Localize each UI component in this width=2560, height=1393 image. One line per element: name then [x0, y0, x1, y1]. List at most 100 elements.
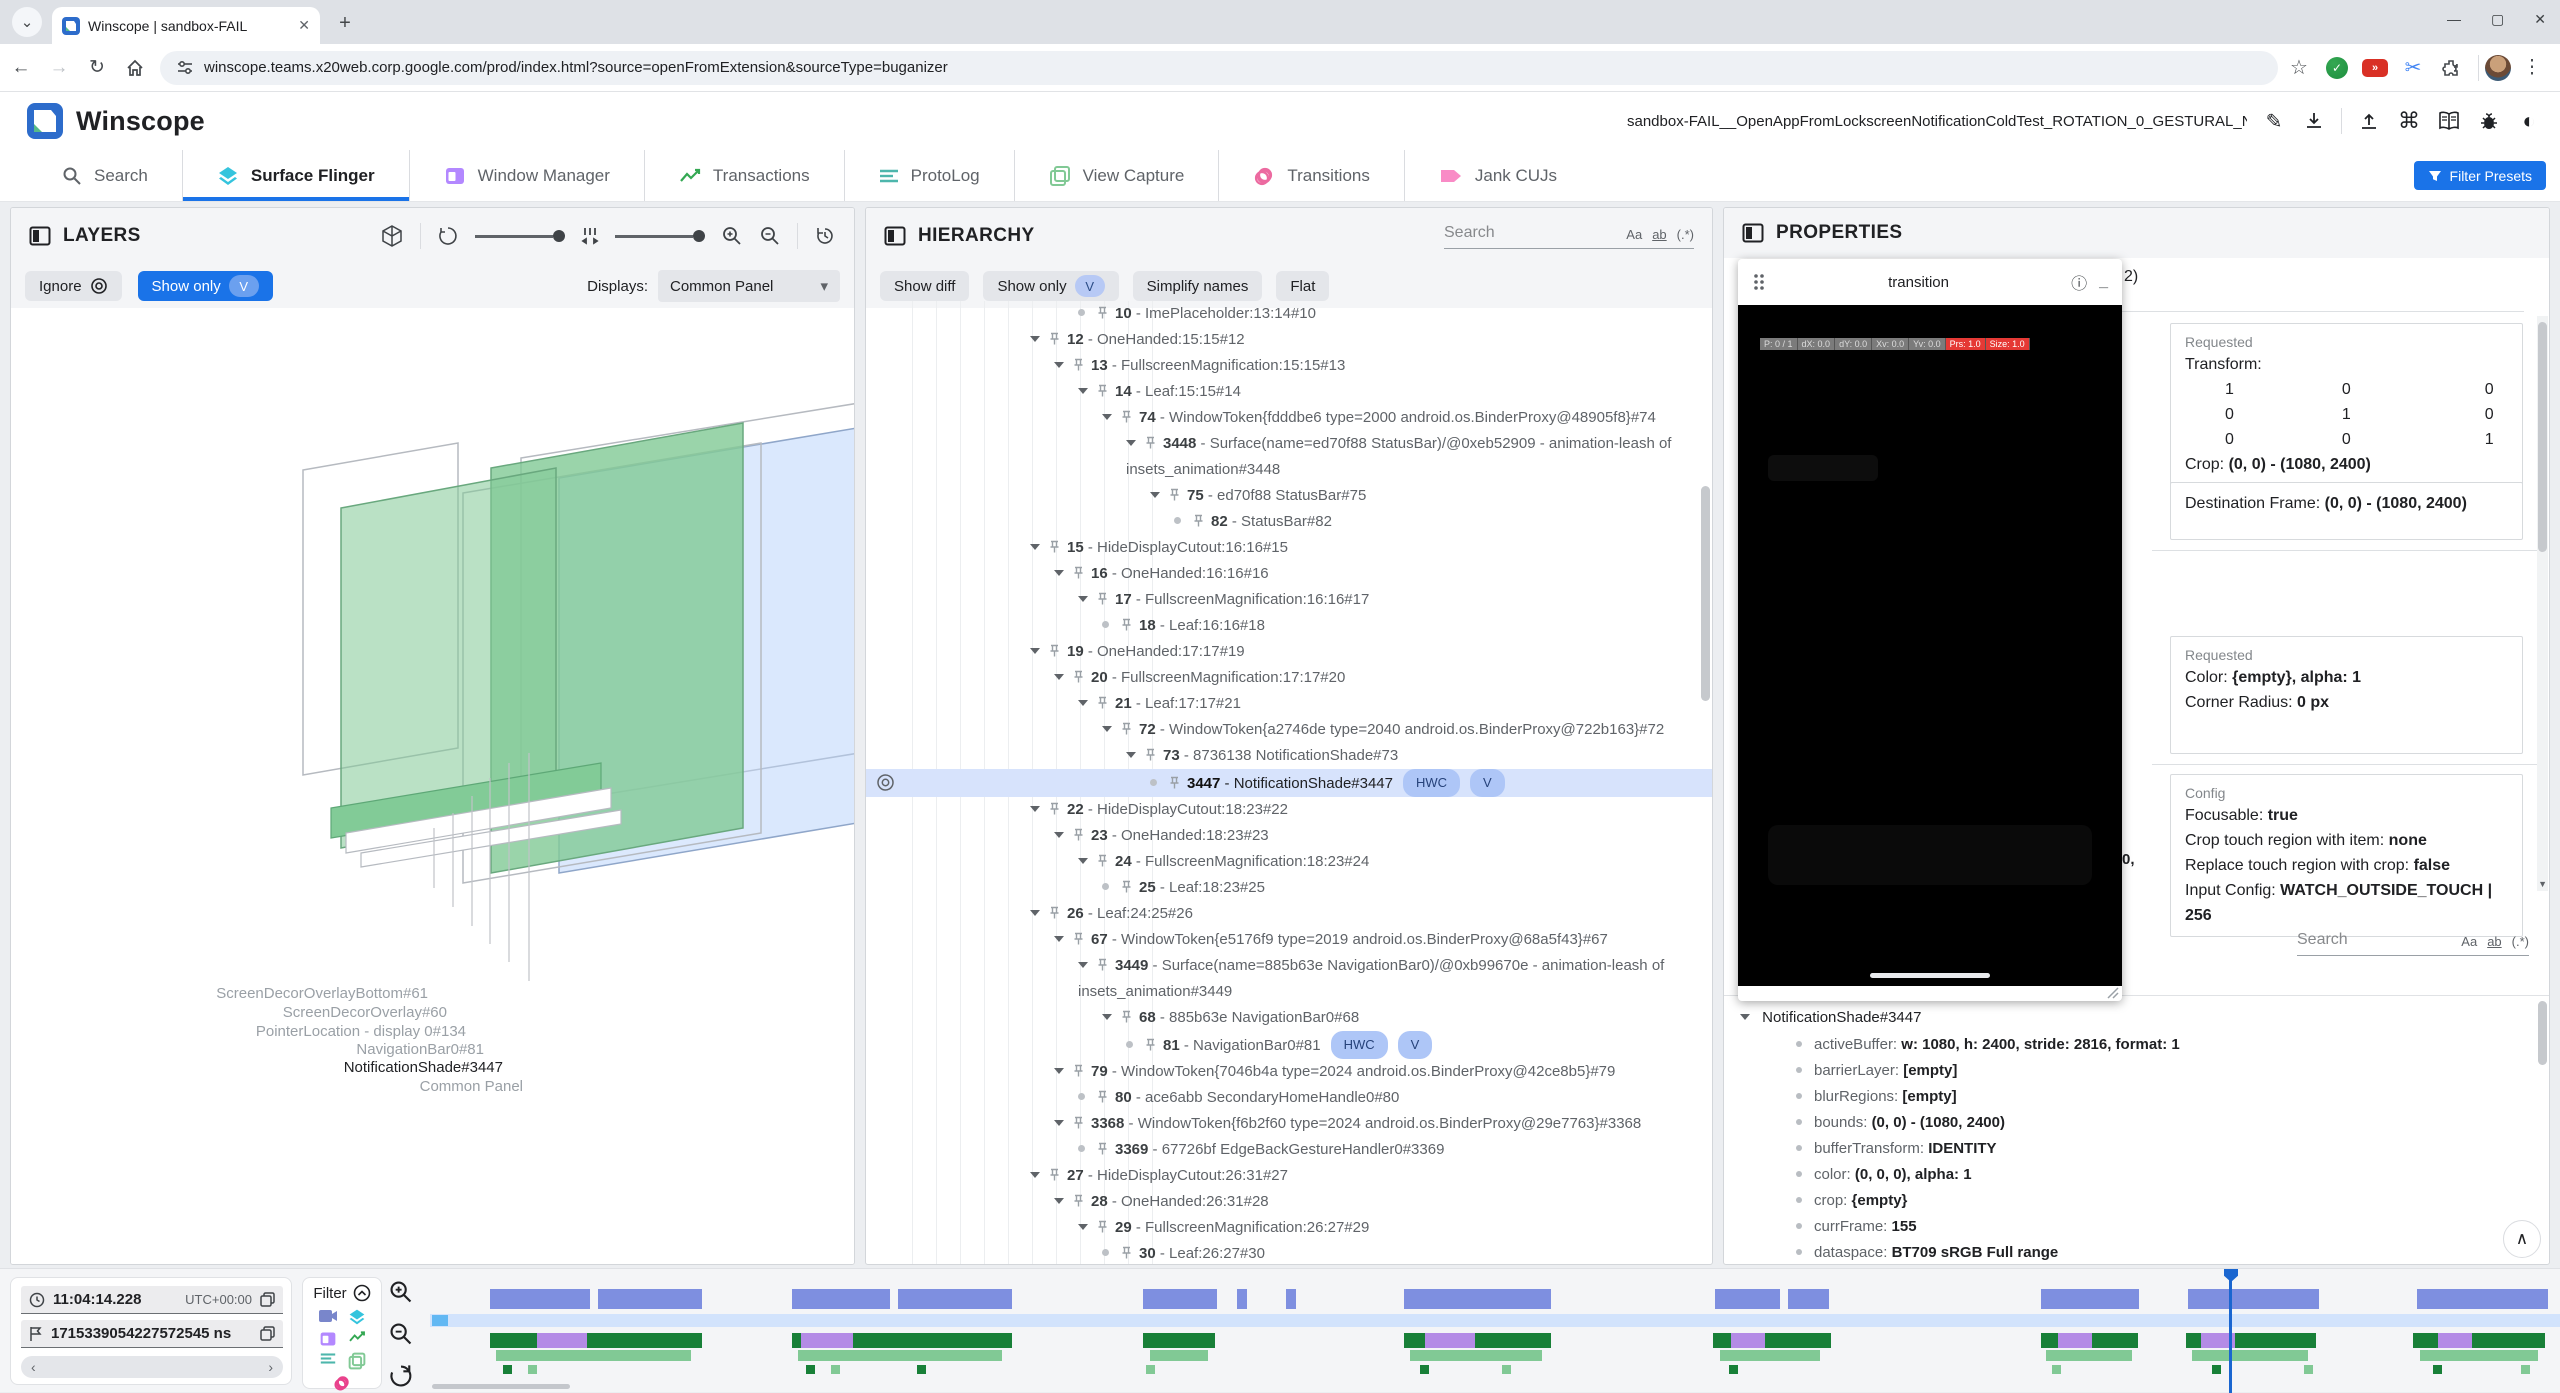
flat-toggle[interactable]: Flat [1276, 271, 1329, 301]
layer-label-selected[interactable]: NotificationShade#3447 [11, 1059, 503, 1076]
expand-arrow-icon[interactable] [1078, 858, 1088, 864]
trace-entry-bar[interactable] [1425, 1333, 1475, 1348]
hierarchy-node-30[interactable]: 30 - Leaf:26:27#30 [866, 1241, 1712, 1264]
timeline-tracks[interactable] [0, 1269, 2560, 1393]
property-node[interactable]: color: (0, 0, 0), alpha: 1 [1724, 1162, 2549, 1188]
hierarchy-node-80[interactable]: 80 - ace6abb SecondaryHomeHandle0#80 [866, 1085, 1712, 1111]
ignore-toggle[interactable]: Ignore [25, 271, 122, 301]
hierarchy-node-67[interactable]: 67 - WindowToken{e5176f9 type=2019 andro… [866, 927, 1712, 953]
trace-entry-bar[interactable] [537, 1333, 587, 1348]
scroll-top-button[interactable]: ∧ [2503, 1220, 2541, 1258]
tab-window-manager[interactable]: Window Manager [409, 150, 644, 201]
tab-jank-cujs[interactable]: Jank CUJs [1404, 150, 1591, 201]
trace-tick[interactable] [2521, 1365, 2530, 1374]
trace-entry-bar[interactable] [496, 1350, 691, 1361]
tab-transitions[interactable]: Transitions [1218, 150, 1404, 201]
trace-entry-bar[interactable] [2417, 1289, 2548, 1309]
match-case-icon[interactable]: Aa [2461, 934, 2477, 949]
window-minimize-button[interactable]: — [2447, 11, 2461, 28]
properties-scrollbar-track[interactable]: ▼ [2537, 316, 2548, 891]
forward-icon[interactable]: → [42, 51, 76, 85]
displays-select[interactable]: Common Panel ▾ [658, 270, 840, 302]
tab-surface-flinger[interactable]: Surface Flinger [182, 150, 409, 201]
window-close-button[interactable]: ✕ [2534, 11, 2546, 28]
tab-close-icon[interactable]: ✕ [298, 17, 310, 34]
trace-tick[interactable] [1146, 1365, 1155, 1374]
expand-arrow-icon[interactable] [1102, 726, 1112, 732]
expand-arrow-icon[interactable] [1054, 570, 1064, 576]
expand-arrow-icon[interactable] [1030, 648, 1040, 654]
panel-collapse-icon[interactable] [1742, 222, 1764, 244]
show-only-v-toggle[interactable]: Show only V [138, 271, 273, 301]
property-node[interactable]: currFrame: 155 [1724, 1214, 2549, 1240]
hierarchy-node-17[interactable]: 17 - FullscreenMagnification:16:16#17 [866, 587, 1712, 613]
dark-mode-icon[interactable]: ◐ [2516, 108, 2542, 134]
trace-entry-bar[interactable] [2438, 1333, 2472, 1348]
properties-tree-scrollbar[interactable] [2538, 1001, 2547, 1065]
show-diff-toggle[interactable]: Show diff [880, 271, 969, 301]
expand-arrow-icon[interactable] [1030, 1172, 1040, 1178]
trace-entry-bar[interactable] [598, 1289, 702, 1309]
trace-entry-bar[interactable] [2058, 1333, 2092, 1348]
hierarchy-node-19[interactable]: 19 - OneHanded:17:17#19 [866, 639, 1712, 665]
hierarchy-node-13[interactable]: 13 - FullscreenMagnification:15:15#13 [866, 353, 1712, 379]
trace-tick[interactable] [831, 1365, 840, 1374]
reload-icon[interactable]: ↻ [80, 51, 114, 85]
hierarchy-node-81[interactable]: 81 - NavigationBar0#81HWCV [866, 1031, 1712, 1059]
window-maximize-button[interactable]: ▢ [2491, 11, 2504, 28]
hierarchy-node-18[interactable]: 18 - Leaf:16:16#18 [866, 613, 1712, 639]
extensions-puzzle-icon[interactable] [2434, 51, 2468, 85]
browser-tab[interactable]: Winscope | sandbox-FAIL ✕ [52, 7, 320, 44]
hierarchy-node-29[interactable]: 29 - FullscreenMagnification:26:27#29 [866, 1215, 1712, 1241]
tune-icon[interactable] [176, 59, 194, 77]
bookmark-star-icon[interactable]: ☆ [2282, 51, 2316, 85]
trace-entry-bar[interactable] [2413, 1333, 2545, 1348]
trace-entry-bar[interactable] [2041, 1289, 2139, 1309]
regex-icon[interactable]: (.*) [1677, 227, 1694, 242]
filter-presets-button[interactable]: Filter Presets [2414, 161, 2546, 190]
visibility-eye-icon[interactable] [876, 773, 895, 792]
hierarchy-node-12[interactable]: 12 - OneHanded:15:15#12 [866, 327, 1712, 353]
rotate-icon[interactable] [437, 225, 459, 247]
hierarchy-node-16[interactable]: 16 - OneHanded:16:16#16 [866, 561, 1712, 587]
trace-tick[interactable] [528, 1365, 537, 1374]
hierarchy-node-10[interactable]: 10 - ImePlaceholder:13:14#10 [866, 301, 1712, 327]
trace-tick[interactable] [1420, 1365, 1429, 1374]
hierarchy-node-3369[interactable]: 3369 - 67726bf EdgeBackGestureHandler0#3… [866, 1137, 1712, 1163]
edit-pencil-icon[interactable]: ✎ [2261, 108, 2287, 134]
expand-arrow-icon[interactable] [1054, 1198, 1064, 1204]
hierarchy-node-28[interactable]: 28 - OneHanded:26:31#28 [866, 1189, 1712, 1215]
hierarchy-node-21[interactable]: 21 - Leaf:17:17#21 [866, 691, 1712, 717]
show-only-v-toggle[interactable]: Show only V [983, 271, 1118, 301]
expand-arrow-icon[interactable] [1054, 362, 1064, 368]
hierarchy-node-73[interactable]: 73 - 8736138 NotificationShade#73 [866, 743, 1712, 769]
trace-tick[interactable] [806, 1365, 815, 1374]
expand-arrow-icon[interactable] [1078, 700, 1088, 706]
expand-arrow-icon[interactable] [1078, 388, 1088, 394]
scroll-down-icon[interactable]: ▼ [2538, 879, 2547, 889]
expand-arrow-icon[interactable] [1054, 832, 1064, 838]
resize-handle-icon[interactable] [2105, 985, 2119, 999]
expand-arrow-icon[interactable] [1740, 1014, 1750, 1020]
hierarchy-node-3447[interactable]: 3447 - NotificationShade#3447HWCV [866, 769, 1712, 797]
tracks-h-scrollbar[interactable] [432, 1384, 570, 1389]
transition-overlay-card[interactable]: transition ⓘ _ P: 0 / 1dX: 0.0dY: 0.0Xv:… [1738, 259, 2122, 1001]
properties-scrollbar-thumb[interactable] [2538, 322, 2547, 552]
trace-entry-bar[interactable] [2420, 1350, 2538, 1361]
property-node[interactable]: bounds: (0, 0) - (1080, 2400) [1724, 1110, 2549, 1136]
timeline-cursor[interactable] [2229, 1273, 2232, 1393]
panel-collapse-icon[interactable] [884, 225, 906, 247]
hierarchy-node-3449[interactable]: 3449 - Surface(name=885b63e NavigationBa… [866, 953, 1712, 1005]
trace-tick[interactable] [917, 1365, 926, 1374]
trace-entry-bar[interactable] [1143, 1289, 1217, 1309]
trace-tick[interactable] [2052, 1365, 2061, 1374]
trace-entry-bar[interactable] [1715, 1289, 1780, 1309]
trace-entry-bar[interactable] [2188, 1289, 2319, 1309]
trace-entry-bar[interactable] [792, 1289, 890, 1309]
new-tab-button[interactable]: + [330, 8, 360, 38]
back-icon[interactable]: ← [4, 51, 38, 85]
hierarchy-node-79[interactable]: 79 - WindowToken{7046b4a type=2024 andro… [866, 1059, 1712, 1085]
zoom-in-icon[interactable] [721, 225, 743, 247]
browser-menu-icon[interactable]: ⋮ [2515, 51, 2549, 85]
expand-arrow-icon[interactable] [1102, 414, 1112, 420]
